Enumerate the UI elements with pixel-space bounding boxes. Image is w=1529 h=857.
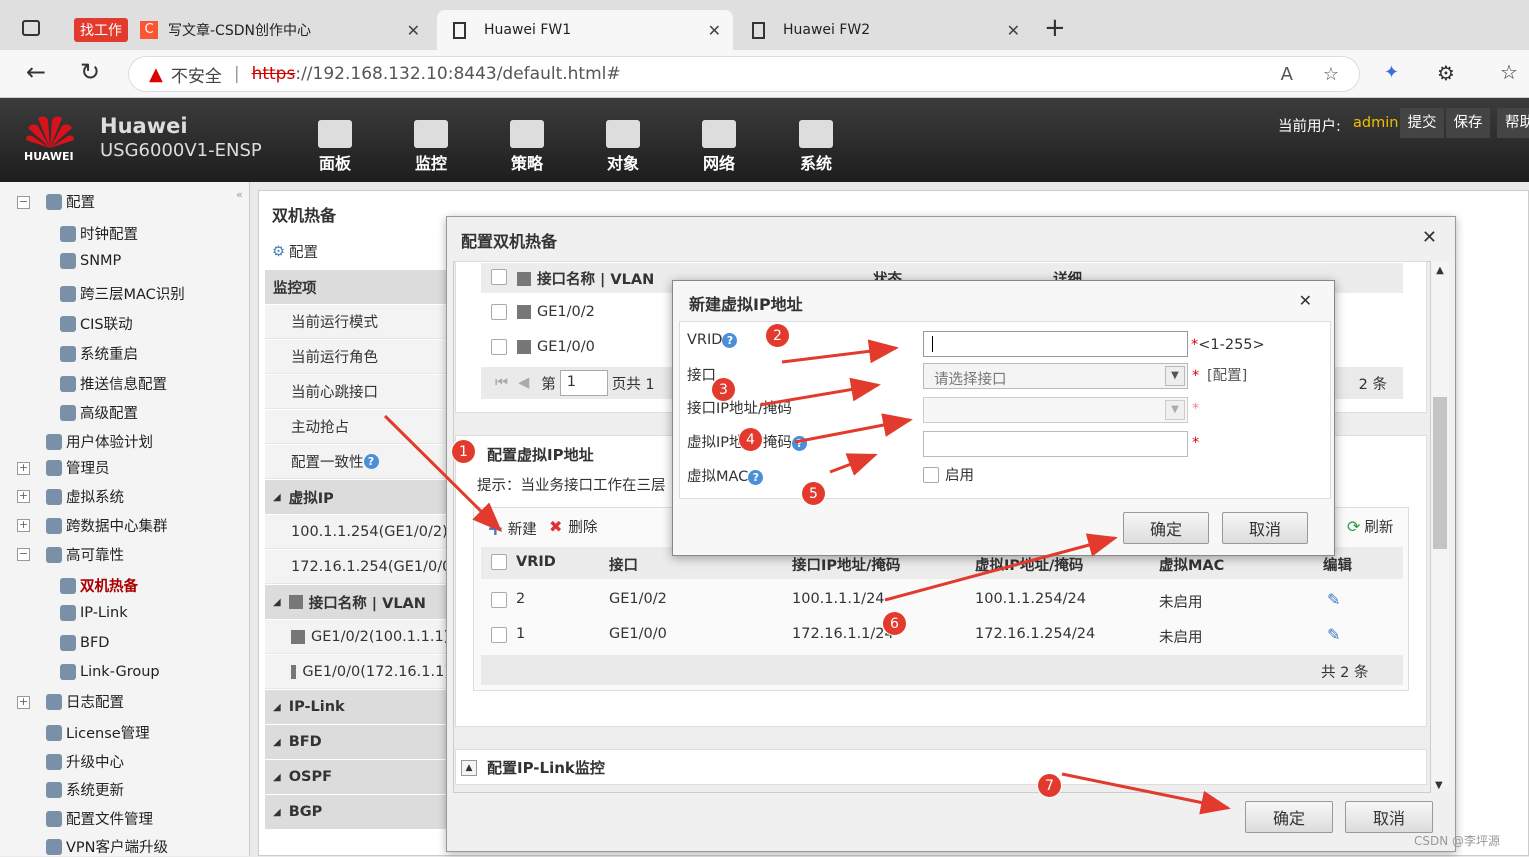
- annotation-marker: 7: [1037, 773, 1062, 798]
- annotation-marker: 4: [738, 427, 763, 452]
- watermark: CSDN @李坪源: [1414, 834, 1501, 848]
- annotation-marker: 3: [711, 377, 736, 402]
- annotation-marker: 1: [451, 439, 476, 464]
- annotation-marker: 2: [765, 323, 790, 348]
- annotation-marker: 6: [882, 611, 907, 636]
- annotation-marker: 5: [801, 481, 826, 506]
- annotation-arrows: [383, 339, 1231, 815]
